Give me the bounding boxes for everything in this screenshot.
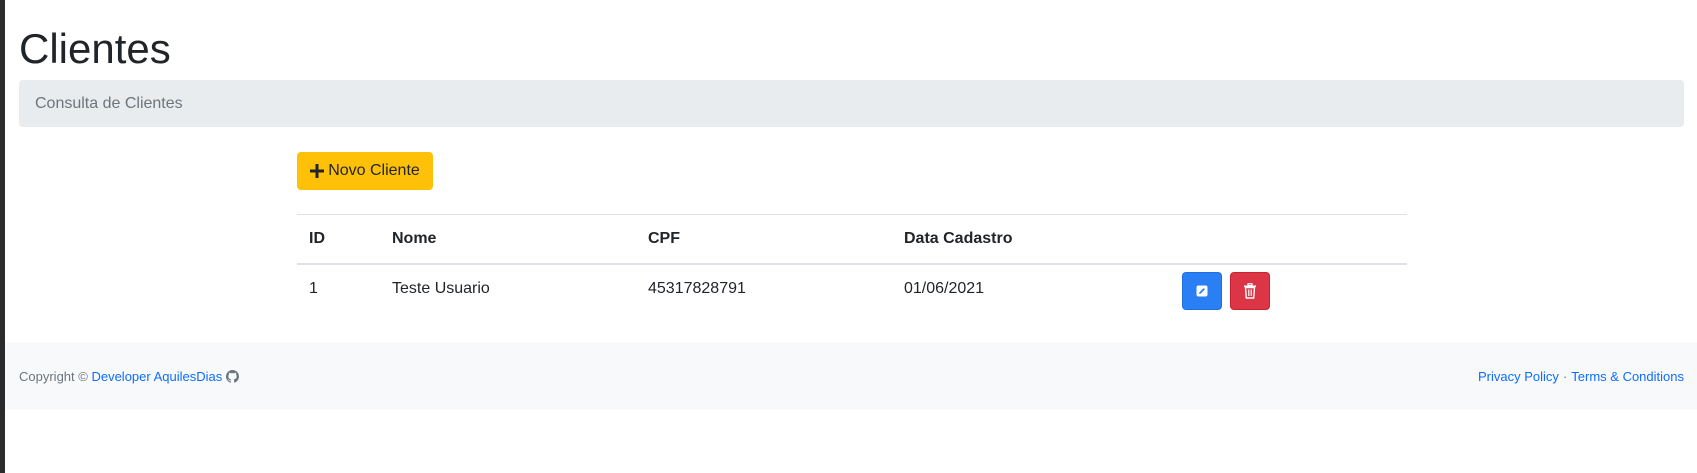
copyright-text: Copyright ©: [19, 368, 88, 384]
edit-icon: [1196, 285, 1208, 296]
footer-separator: ·: [1562, 368, 1568, 384]
new-client-button[interactable]: Novo Cliente: [297, 152, 433, 190]
terms-link[interactable]: Terms & Conditions: [1571, 369, 1684, 384]
delete-button[interactable]: [1230, 271, 1270, 310]
footer: Copyright © Developer AquilesDias Privac…: [5, 343, 1697, 409]
github-icon[interactable]: [226, 369, 240, 383]
cell-actions: [1170, 264, 1407, 328]
trash-icon: [1244, 282, 1256, 299]
header-id: ID: [297, 214, 380, 265]
cell-cpf: 45317828791: [648, 279, 746, 297]
table-header-row: ID Nome CPF Data Cadastro: [297, 214, 1407, 265]
page-title: Clientes: [19, 25, 171, 72]
header-data-cadastro: Data Cadastro: [892, 214, 1170, 265]
table-row: 1 Teste Usuario 45317828791 01/06/2021: [297, 264, 1407, 328]
cell-id: 1: [309, 279, 318, 297]
clients-table: ID Nome CPF Data Cadastro 1 Teste Usuari…: [297, 214, 1407, 328]
new-client-label: Novo Cliente: [328, 162, 420, 179]
plus-icon: [310, 164, 325, 178]
breadcrumb: Consulta de Clientes: [19, 80, 1684, 127]
header-nome: Nome: [380, 214, 636, 265]
header-cpf: CPF: [636, 214, 892, 265]
header-actions: [1170, 214, 1407, 265]
cell-nome: Teste Usuario: [392, 279, 490, 297]
privacy-policy-link[interactable]: Privacy Policy: [1478, 369, 1559, 384]
cell-data: 01/06/2021: [904, 279, 985, 297]
breadcrumb-text: Consulta de Clientes: [35, 94, 183, 112]
edit-button[interactable]: [1182, 271, 1222, 310]
developer-link[interactable]: Developer AquilesDias: [91, 369, 222, 384]
